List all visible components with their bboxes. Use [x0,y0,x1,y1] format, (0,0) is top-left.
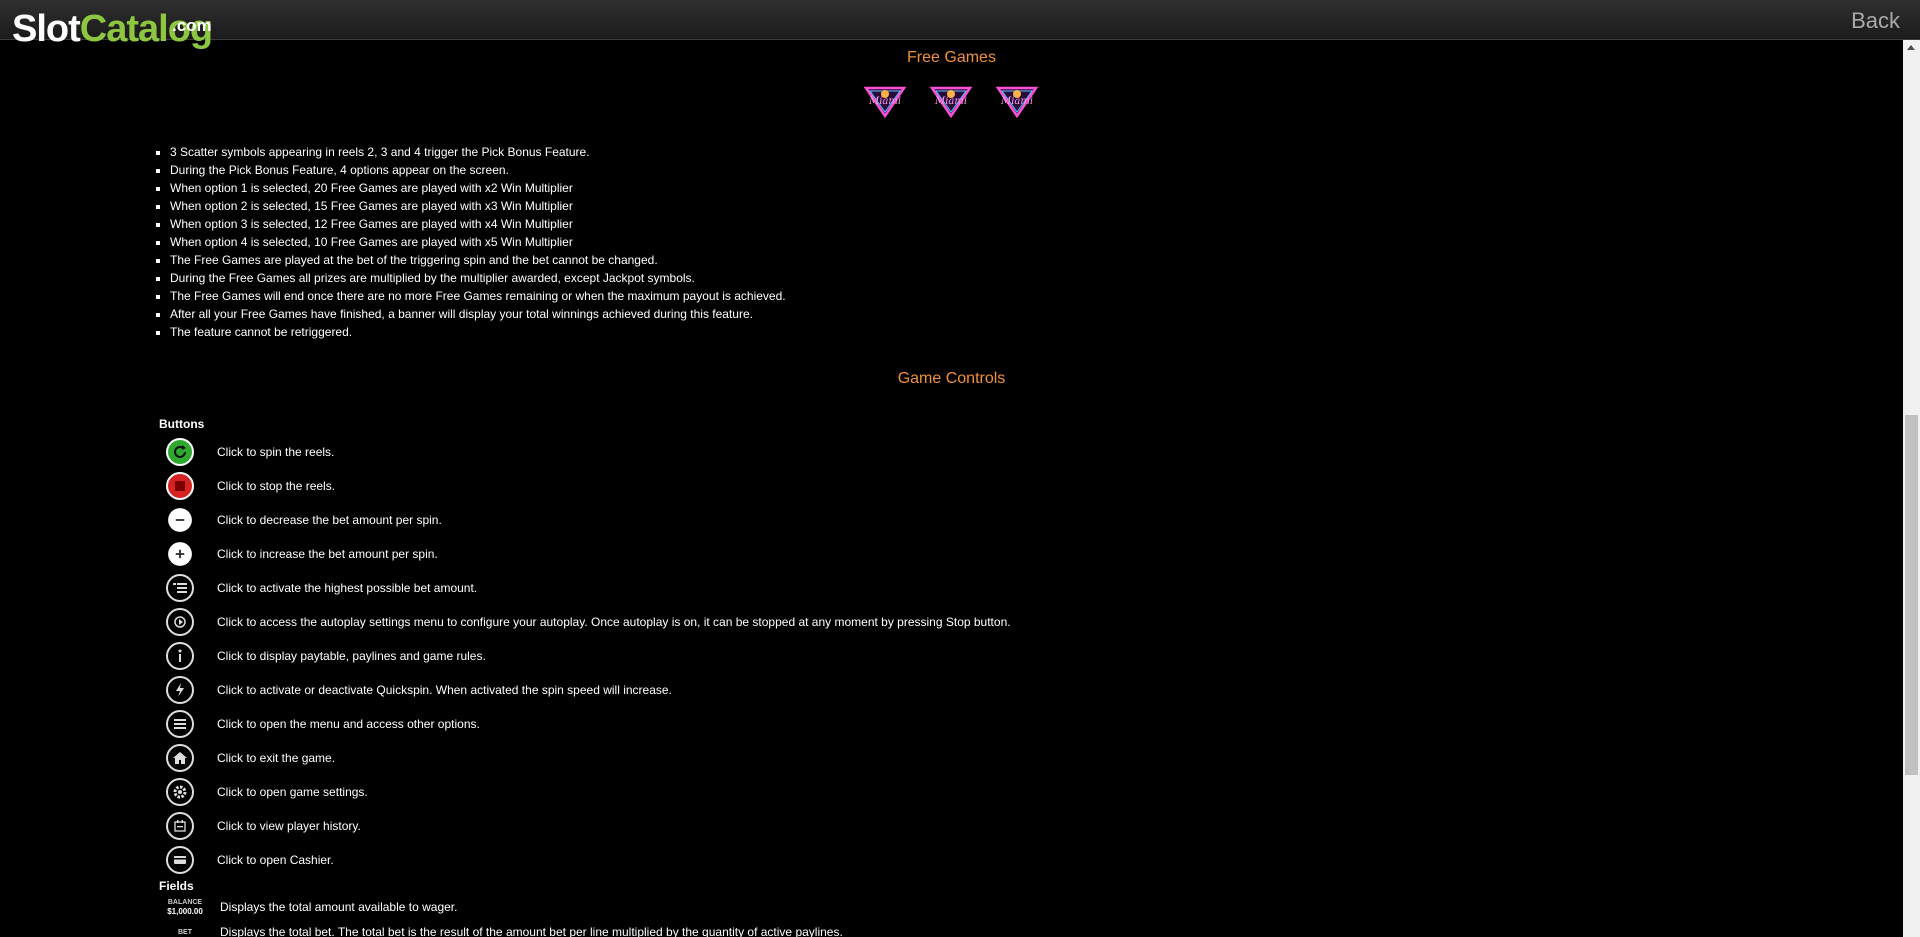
control-description: Displays the total amount available to w… [220,900,458,914]
list-item: When option 2 is selected, 15 Free Games… [170,197,786,215]
control-description: Click to display paytable, paylines and … [217,649,486,663]
list-item: When option 1 is selected, 20 Free Games… [170,179,786,197]
menu-icon [166,710,194,738]
control-description: Click to open Cashier. [217,853,334,867]
control-description: Click to increase the bet amount per spi… [217,547,438,561]
control-row-max-bet: Click to activate the highest possible b… [166,571,477,605]
fields-heading: Fields [159,879,194,893]
control-description: Click to activate or deactivate Quickspi… [217,683,672,697]
control-row-history: Click to view player history. [166,809,361,843]
control-description: Click to spin the reels. [217,445,335,459]
autoplay-icon [166,608,194,636]
top-bar: SlotCatalog .com Back [0,0,1920,48]
quickspin-icon [166,676,194,704]
buttons-heading: Buttons [159,417,205,431]
field-row-balance: BALANCE $1,000.00 Displays the total amo… [162,898,457,916]
field-row-bet: BET Displays the total bet. The total be… [162,925,843,937]
control-row-autoplay: Click to access the autoplay settings me… [166,605,1011,639]
miami-scatter-icon: Miami [994,84,1040,119]
list-item: After all your Free Games have finished,… [170,305,786,323]
svg-text:Miami: Miami [868,96,901,107]
cashier-icon [166,846,194,874]
control-description: Click to activate the highest possible b… [217,581,478,595]
control-row-cashier: Click to open Cashier. [166,843,334,877]
control-row-menu: Click to open the menu and access other … [166,707,480,741]
free-games-title: Free Games [907,49,996,66]
scroll-up-icon[interactable] [1907,45,1915,50]
list-item: During the Free Games all prizes are mul… [170,269,786,287]
control-description: Click to decrease the bet amount per spi… [217,513,442,527]
stop-icon [166,472,194,500]
control-row-quickspin: Click to activate or deactivate Quickspi… [166,673,672,707]
list-item: The feature cannot be retriggered. [170,323,786,341]
list-item: When option 4 is selected, 10 Free Games… [170,233,786,251]
control-description: Click to stop the reels. [217,479,336,493]
bet-field-icon: BET [162,928,208,937]
info-icon [166,642,194,670]
svg-text:Miami: Miami [934,96,967,107]
list-item: 3 Scatter symbols appearing in reels 2, … [170,143,786,161]
field-label: BET [178,928,192,936]
control-row-increase: Click to increase the bet amount per spi… [166,537,438,571]
free-games-rules-list: 3 Scatter symbols appearing in reels 2, … [150,143,786,341]
scrollbar-thumb[interactable] [1905,415,1918,775]
control-description: Click to exit the game. [217,751,336,765]
history-icon [166,812,194,840]
miami-scatter-icon: Miami [928,84,974,119]
rules-content: Free Games Miami Miami Miami ▪ 3 Scatter… [0,40,1903,937]
home-icon [166,744,194,772]
plus-icon [168,542,192,566]
list-item: The Free Games will end once there are n… [170,287,786,305]
max-bet-icon [166,574,194,602]
miami-scatter-icon: Miami [862,84,908,119]
minus-icon [168,508,192,532]
back-link[interactable]: Back [1851,8,1900,34]
list-item: During the Pick Bonus Feature, 4 options… [170,161,786,179]
field-label: BALANCE [167,899,203,906]
control-description: Click to access the autoplay settings me… [217,615,1011,629]
scatter-symbols: Miami Miami Miami [862,84,1040,119]
list-item: When option 3 is selected, 12 Free Games… [170,215,786,233]
control-description: Click to view player history. [217,819,361,833]
control-row-decrease: Click to decrease the bet amount per spi… [166,503,442,537]
control-row-info: Click to display paytable, paylines and … [166,639,486,673]
control-description: Click to open the menu and access other … [217,717,480,731]
control-row-home: Click to exit the game. [166,741,335,775]
list-item: The Free Games are played at the bet of … [170,251,786,269]
field-value: $1,000.00 [167,907,203,916]
control-row-stop: Click to stop the reels. [166,469,335,503]
spin-icon [166,438,194,466]
control-row-settings: Click to open game settings. [166,775,368,809]
settings-icon [166,778,194,806]
control-row-spin: Click to spin the reels. [166,435,334,469]
balance-field-icon: BALANCE $1,000.00 [162,898,208,916]
control-description: Click to open game settings. [217,785,368,799]
page-scrollbar[interactable] [1903,40,1920,937]
svg-text:Miami: Miami [1000,96,1033,107]
control-description: Displays the total bet. The total bet is… [220,925,843,937]
game-controls-title: Game Controls [897,370,1006,387]
